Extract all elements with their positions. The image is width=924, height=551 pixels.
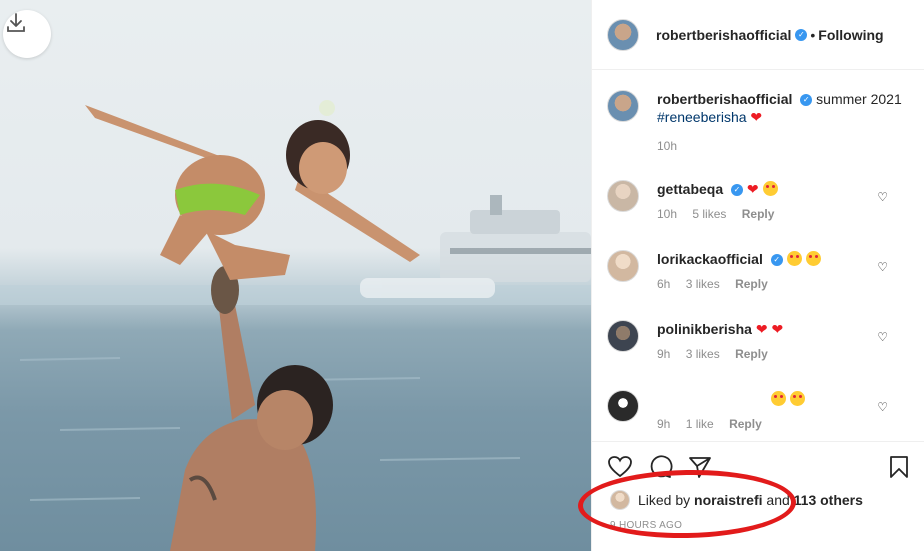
caption: robertberishaofficial ✓ summer 2021 #ren… bbox=[607, 90, 910, 164]
red-heart-emoji-icon: ❤ bbox=[771, 321, 784, 337]
comment-text bbox=[657, 390, 805, 408]
comment-time[interactable]: 9h bbox=[657, 347, 670, 361]
red-heart-emoji-icon: ❤ bbox=[750, 109, 763, 125]
red-heart-emoji-icon: ❤ bbox=[746, 181, 759, 197]
likes-connector: and bbox=[766, 492, 790, 508]
likes-prefix: Liked by bbox=[638, 492, 691, 508]
comment-likes[interactable]: 3 likes bbox=[686, 347, 720, 361]
commenter-username[interactable]: polinikberisha bbox=[657, 321, 752, 337]
commenter-avatar[interactable] bbox=[607, 180, 639, 212]
post-photo bbox=[0, 0, 591, 551]
download-button[interactable] bbox=[3, 10, 51, 58]
commenter-avatar[interactable] bbox=[607, 320, 639, 352]
reply-button[interactable]: Reply bbox=[735, 277, 768, 291]
star-eyes-emoji-icon bbox=[786, 251, 802, 266]
comment-text: polinikberisha ❤ ❤ bbox=[657, 320, 783, 338]
comment-time[interactable]: 10h bbox=[657, 207, 677, 221]
post-actions: Liked by noraistrefi and 113 others 9 HO… bbox=[592, 441, 924, 551]
author-username[interactable]: robertberishaofficial bbox=[656, 27, 791, 43]
liker-avatar[interactable] bbox=[610, 490, 630, 510]
comment-icon[interactable] bbox=[647, 454, 673, 480]
commenter-username[interactable]: gettabeqa bbox=[657, 181, 723, 197]
download-icon bbox=[7, 13, 25, 32]
comment-meta: 9h 1 like Reply bbox=[657, 417, 805, 431]
comment-meta: 6h 3 likes Reply bbox=[657, 277, 821, 291]
caption-time[interactable]: 10h bbox=[657, 139, 677, 153]
author-avatar[interactable] bbox=[607, 18, 639, 51]
heart-icon[interactable] bbox=[607, 454, 633, 480]
likes-summary: Liked by noraistrefi and 113 others bbox=[610, 490, 863, 510]
star-eyes-emoji-icon bbox=[789, 391, 805, 406]
comment-likes[interactable]: 1 like bbox=[686, 417, 714, 431]
post-header: robertberishaofficial ✓ • Following bbox=[592, 0, 924, 70]
star-eyes-emoji-icon bbox=[770, 391, 786, 406]
following-button[interactable]: Following bbox=[818, 27, 883, 43]
reply-button[interactable]: Reply bbox=[729, 417, 762, 431]
verified-badge-icon: ✓ bbox=[800, 94, 813, 107]
comment-meta: 9h 3 likes Reply bbox=[657, 347, 783, 361]
comment-text: gettabeqa ✓ ❤ bbox=[657, 180, 786, 198]
commenter-avatar[interactable] bbox=[607, 250, 639, 282]
comment-time[interactable]: 9h bbox=[657, 417, 670, 431]
comment-likes[interactable]: 5 likes bbox=[692, 207, 726, 221]
likes-count[interactable]: 113 others bbox=[794, 492, 863, 508]
caption-body: summer 2021 bbox=[816, 91, 902, 107]
post-time-ago[interactable]: 9 HOURS AGO bbox=[610, 520, 682, 531]
caption-meta: 10h bbox=[657, 139, 902, 153]
comment-like-heart-icon[interactable]: ♡ bbox=[877, 260, 888, 274]
instagram-post-viewer: robertberishaofficial ✓ • Following robe… bbox=[0, 0, 924, 551]
star-eyes-emoji-icon bbox=[762, 181, 778, 196]
comment-item: polinikberisha ❤ ❤ 9h 3 likes Reply ♡ bbox=[607, 320, 910, 374]
star-eyes-emoji-icon bbox=[805, 251, 821, 266]
comment-item: 9h 1 like Reply ♡ bbox=[607, 390, 910, 441]
beach-photo-illustration bbox=[0, 100, 591, 551]
caption-author-avatar[interactable] bbox=[607, 90, 639, 122]
commenter-username[interactable]: lorikackaofficial bbox=[657, 251, 763, 267]
caption-hashtag-link[interactable]: #reneeberisha bbox=[657, 109, 747, 125]
comment-item: gettabeqa ✓ ❤ 10h 5 likes Reply ♡ bbox=[607, 180, 910, 234]
reply-button[interactable]: Reply bbox=[735, 347, 768, 361]
bookmark-icon[interactable] bbox=[886, 454, 912, 480]
red-heart-emoji-icon: ❤ bbox=[755, 321, 768, 337]
comment-meta: 10h 5 likes Reply bbox=[657, 207, 786, 221]
caption-text: robertberishaofficial ✓ summer 2021 #ren… bbox=[657, 90, 902, 126]
liker-username[interactable]: noraistrefi bbox=[694, 492, 762, 508]
comment-like-heart-icon[interactable]: ♡ bbox=[877, 190, 888, 204]
comment-like-heart-icon[interactable]: ♡ bbox=[877, 400, 888, 414]
separator-dot: • bbox=[810, 26, 816, 43]
verified-badge-icon: ✓ bbox=[770, 254, 783, 267]
caption-author-username[interactable]: robertberishaofficial bbox=[657, 91, 792, 107]
comment-item: lorikackaofficial ✓ 6h 3 likes Reply ♡ bbox=[607, 250, 910, 304]
reply-button[interactable]: Reply bbox=[742, 207, 775, 221]
commenter-avatar[interactable] bbox=[607, 390, 639, 422]
verified-badge-icon: ✓ bbox=[795, 28, 808, 41]
verified-badge-icon: ✓ bbox=[731, 184, 744, 197]
comments-list[interactable]: robertberishaofficial ✓ summer 2021 #ren… bbox=[592, 71, 924, 441]
paper-plane-icon[interactable] bbox=[687, 454, 713, 480]
comment-likes[interactable]: 3 likes bbox=[686, 277, 720, 291]
comment-time[interactable]: 6h bbox=[657, 277, 670, 291]
comment-text: lorikackaofficial ✓ bbox=[657, 250, 821, 268]
post-side-panel: robertberishaofficial ✓ • Following robe… bbox=[591, 0, 924, 551]
obscured-username bbox=[657, 394, 767, 404]
comment-like-heart-icon[interactable]: ♡ bbox=[877, 330, 888, 344]
